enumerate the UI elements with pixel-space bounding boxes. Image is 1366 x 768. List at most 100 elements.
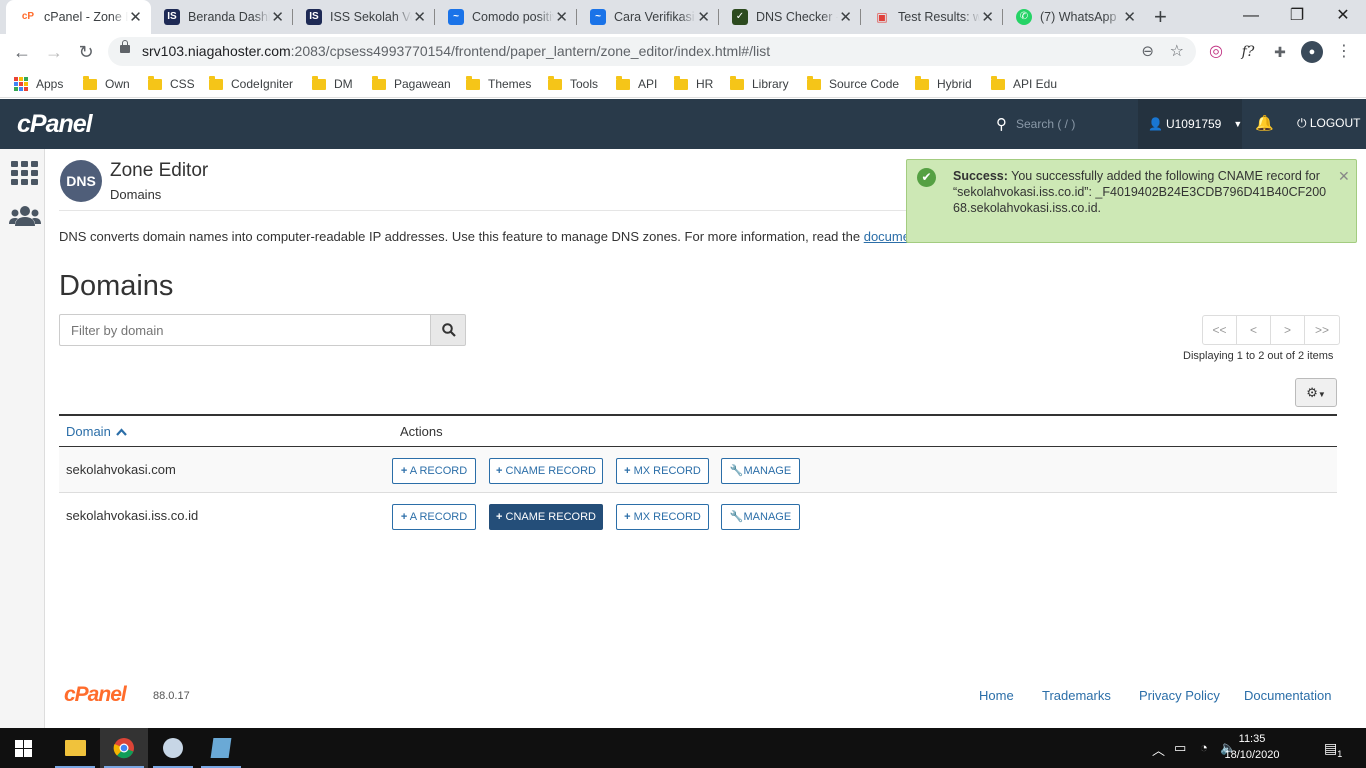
search-icon: ⚲ <box>996 116 1007 133</box>
bookmark-folder[interactable]: Tools <box>548 70 598 98</box>
manage-zone-button[interactable]: 🔧MANAGE <box>721 458 800 484</box>
address-bar[interactable]: srv103.niagahoster.com:2083/cpsess499377… <box>108 37 1196 66</box>
browser-tab-iss-sekolah[interactable]: IS ISS Sekolah Vokasi ✕ <box>292 0 435 34</box>
close-tab-icon[interactable]: ✕ <box>128 8 143 26</box>
folder-icon <box>148 75 162 90</box>
filter-search-button[interactable] <box>430 314 466 346</box>
tray-chevron-up-icon[interactable]: ︿ <box>1152 740 1165 759</box>
file-explorer-icon[interactable] <box>51 728 99 768</box>
bookmark-folder[interactable]: Themes <box>466 70 531 98</box>
manage-zone-button[interactable]: 🔧MANAGE <box>721 504 800 530</box>
first-page-button[interactable]: << <box>1203 316 1237 344</box>
folder-icon <box>209 75 223 90</box>
restore-window-icon[interactable]: ❐ <box>1274 0 1320 34</box>
zoom-icon[interactable]: ⊖ <box>1141 37 1154 66</box>
bookmark-folder[interactable]: API <box>616 70 657 98</box>
bookmark-folder[interactable]: API Edu <box>991 70 1057 98</box>
browser-tab-beranda[interactable]: IS Beranda Dashboard ✕ <box>150 0 293 34</box>
paint-app-icon[interactable] <box>149 728 197 768</box>
battery-icon[interactable]: ▭ <box>1174 740 1186 756</box>
close-tab-icon[interactable]: ✕ <box>270 8 285 26</box>
actions-header: Actions <box>400 424 443 439</box>
add-cname-record-button[interactable]: + CNAME RECORD <box>489 504 603 530</box>
browser-tab-comodo[interactable]: ~ Comodo positive ✕ <box>434 0 577 34</box>
intro-text: DNS converts domain names into computer-… <box>59 229 949 244</box>
system-clock[interactable]: 11:35 18/10/2020 <box>1222 731 1282 763</box>
notifications-bell-icon[interactable]: 🔔 <box>1255 114 1274 132</box>
clock-date: 18/10/2020 <box>1224 749 1280 761</box>
add-mx-record-button[interactable]: + MX RECORD <box>616 504 709 530</box>
logout-button[interactable]: ⏻ LOGOUT <box>1297 116 1361 131</box>
tab-title: DNS Checker - DNS <box>756 10 838 24</box>
back-arrow-icon[interactable]: ← <box>8 39 36 65</box>
bookmark-folder[interactable]: Pagawean <box>372 70 451 98</box>
bookmark-folder[interactable]: CodeIgniter <box>209 70 293 98</box>
close-tab-icon[interactable]: ✕ <box>1122 8 1137 26</box>
success-notification: ✔ Success: You successfully added the fo… <box>906 159 1357 243</box>
bookmark-folder[interactable]: DM <box>312 70 353 98</box>
instagram-extension-icon[interactable]: ◎ <box>1206 42 1226 62</box>
close-tab-icon[interactable]: ✕ <box>980 8 995 26</box>
bookmark-folder[interactable]: HR <box>674 70 713 98</box>
forward-arrow-icon[interactable]: → <box>40 39 68 65</box>
sort-domain-header[interactable]: Domain <box>66 424 128 439</box>
tab-title: (7) WhatsApp <box>1040 10 1117 24</box>
bookmark-apps[interactable]: Apps <box>14 70 63 98</box>
wifi-icon[interactable]: ◔ <box>1200 740 1208 755</box>
footer-trademarks-link[interactable]: Trademarks <box>1042 688 1111 703</box>
action-center-icon[interactable]: ▤1 <box>1324 740 1342 759</box>
close-tab-icon[interactable]: ✕ <box>554 8 569 26</box>
browser-tab-dns-checker[interactable]: ✓ DNS Checker - DNS ✕ <box>718 0 861 34</box>
tab-title: ISS Sekolah Vokasi <box>330 10 412 24</box>
bookmark-label: Hybrid <box>937 77 972 91</box>
profile-avatar[interactable]: ● <box>1301 41 1323 63</box>
bookmark-folder[interactable]: Source Code <box>807 70 899 98</box>
cpanel-search[interactable]: ⚲ Search ( / ) <box>996 115 1075 133</box>
bookmark-label: DM <box>334 77 353 91</box>
bookmark-folder[interactable]: CSS <box>148 70 195 98</box>
browser-tab-cara-verifikasi[interactable]: ~ Cara Verifikasi ✕ <box>576 0 719 34</box>
cpanel-logo[interactable]: cPanel <box>17 110 93 139</box>
browser-tab-cpanel[interactable]: cP cPanel - Zone Editor ✕ <box>6 0 151 34</box>
chrome-icon[interactable] <box>100 728 148 768</box>
add-cname-record-button[interactable]: + CNAME RECORD <box>489 458 603 484</box>
filter-domain-input[interactable] <box>59 314 431 346</box>
settings-dropdown-button[interactable]: ⚙▼ <box>1295 378 1337 407</box>
bookmark-star-icon[interactable]: ☆ <box>1170 37 1184 66</box>
windows-start-icon[interactable] <box>15 740 32 757</box>
close-window-icon[interactable]: ✕ <box>1320 0 1366 34</box>
reload-icon[interactable]: ↻ <box>72 39 100 65</box>
close-icon[interactable]: ✕ <box>1338 168 1350 185</box>
bookmark-folder[interactable]: Hybrid <box>915 70 972 98</box>
home-grid-icon[interactable] <box>11 161 38 185</box>
bookmark-label: Pagawean <box>394 77 451 91</box>
last-page-button[interactable]: >> <box>1305 316 1339 344</box>
bookmark-folder[interactable]: Library <box>730 70 789 98</box>
users-icon[interactable] <box>9 204 41 228</box>
minimize-window-icon[interactable]: — <box>1228 0 1274 34</box>
next-page-button[interactable]: > <box>1271 316 1305 344</box>
user-menu[interactable]: 👤 U1091759 ▼ <box>1138 99 1242 149</box>
add-a-record-button[interactable]: + A RECORD <box>392 458 476 484</box>
add-a-record-button[interactable]: + A RECORD <box>392 504 476 530</box>
footer-documentation-link[interactable]: Documentation <box>1244 688 1331 703</box>
new-tab-plus-icon[interactable]: + <box>1154 4 1167 30</box>
browser-tab-test-results[interactable]: ▣ Test Results: www ✕ <box>860 0 1003 34</box>
footer-privacy-link[interactable]: Privacy Policy <box>1139 688 1220 703</box>
extensions-puzzle-icon[interactable]: ✚ <box>1270 42 1290 62</box>
close-tab-icon[interactable]: ✕ <box>412 8 427 26</box>
bookmark-label: Library <box>752 77 789 91</box>
footer-home-link[interactable]: Home <box>979 688 1014 703</box>
close-tab-icon[interactable]: ✕ <box>696 8 711 26</box>
fontface-extension-icon[interactable]: f? <box>1238 42 1258 62</box>
domain-name: sekolahvokasi.com <box>66 462 176 477</box>
table-row: sekolahvokasi.iss.co.id + A RECORD + CNA… <box>59 493 1337 539</box>
browser-menu-icon[interactable]: ⋮ <box>1334 42 1354 62</box>
bookmark-folder[interactable]: Own <box>83 70 130 98</box>
browser-tab-whatsapp[interactable]: ✆ (7) WhatsApp ✕ <box>1002 0 1145 34</box>
add-mx-record-button[interactable]: + MX RECORD <box>616 458 709 484</box>
notepad-app-icon[interactable] <box>197 728 245 768</box>
prev-page-button[interactable]: < <box>1237 316 1271 344</box>
close-tab-icon[interactable]: ✕ <box>838 8 853 26</box>
bookmark-label: Tools <box>570 77 599 91</box>
